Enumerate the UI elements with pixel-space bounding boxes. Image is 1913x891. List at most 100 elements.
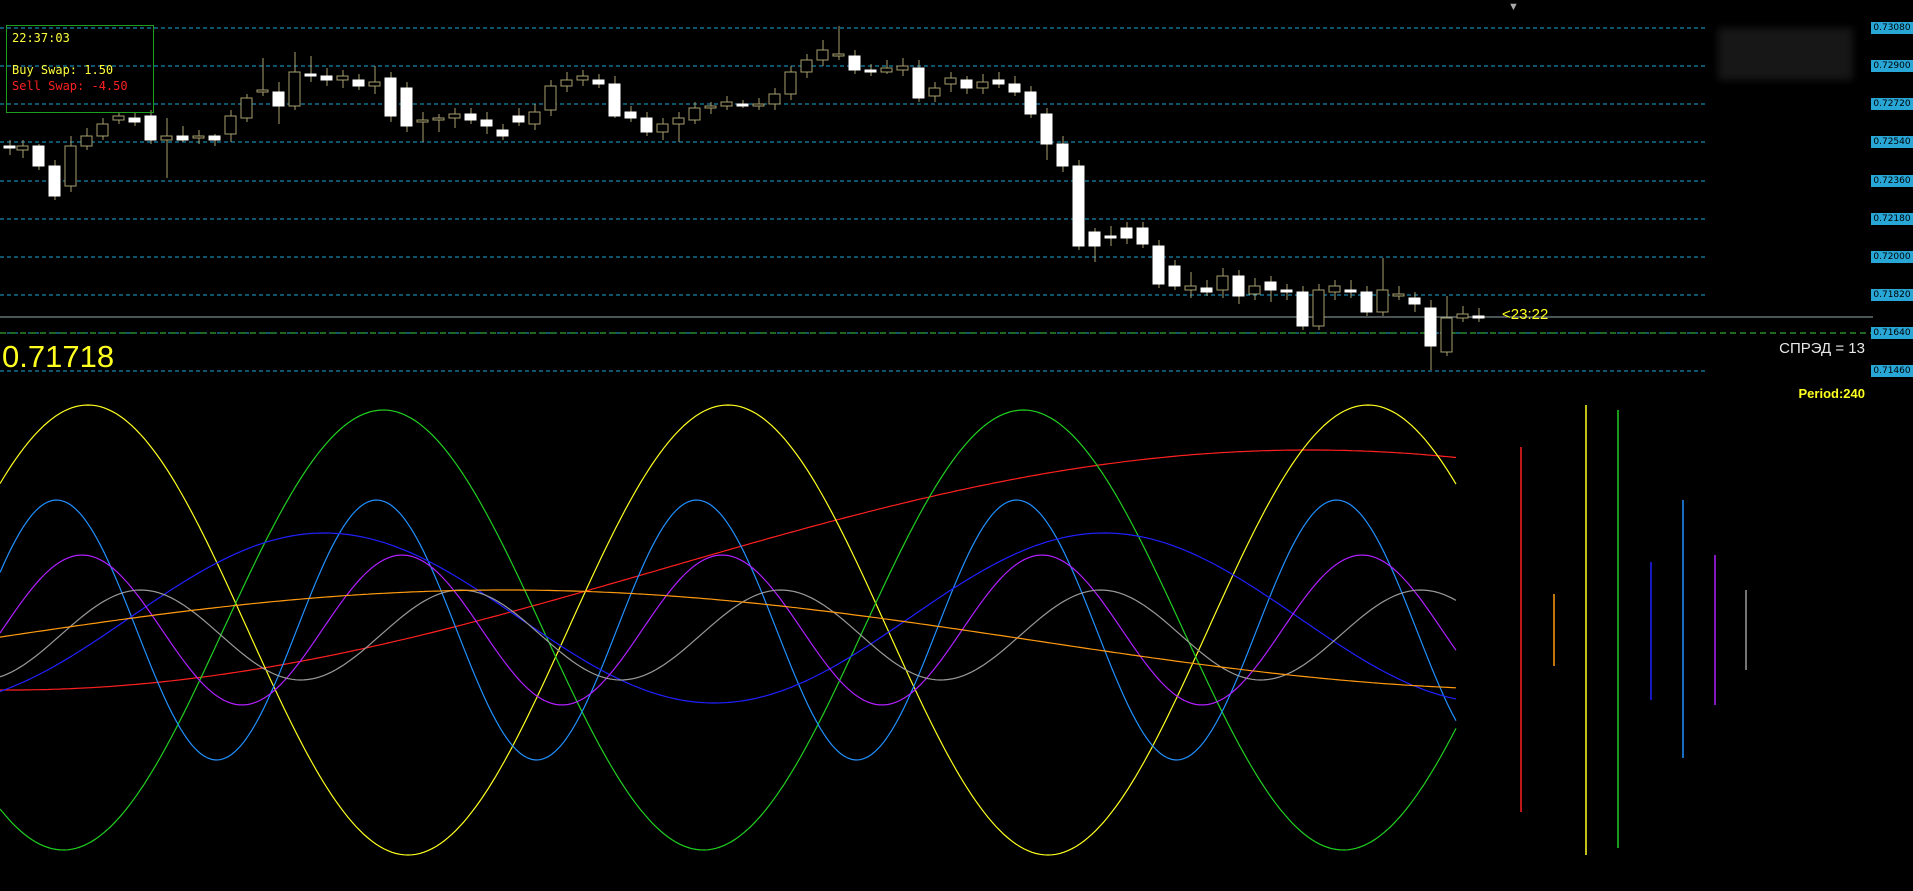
candle-body [224, 115, 237, 135]
candle-body [608, 83, 621, 117]
candle-body [496, 129, 509, 137]
candle-body [560, 79, 573, 87]
candle-body [784, 71, 797, 95]
candle-body [48, 165, 61, 197]
candle-body [816, 49, 829, 61]
candle-body [976, 81, 989, 89]
candle-body [1120, 227, 1133, 239]
candle-body [512, 115, 525, 123]
price-axis-tag: 0.72000 [1871, 251, 1913, 263]
price-axis-tag: 0.72180 [1871, 213, 1913, 225]
candle-body [896, 65, 909, 71]
candle-body [1472, 315, 1485, 319]
bar-timer: <23:22 [1502, 306, 1549, 323]
candle-body [384, 77, 397, 117]
candle-body [1008, 83, 1021, 93]
candle-body [32, 145, 45, 167]
candle-body [768, 93, 781, 105]
sell-swap-text: Sell Swap: -4.50 [12, 79, 128, 93]
candle-body [400, 87, 413, 127]
candle-body [1264, 281, 1277, 291]
candle-body [304, 73, 317, 77]
candle-body [1424, 307, 1437, 347]
candle-body [1440, 317, 1453, 353]
candle-body [1456, 313, 1469, 319]
candle-body [736, 103, 749, 107]
candle-body [112, 115, 125, 121]
candle-body [928, 87, 941, 97]
candle-body [1056, 143, 1069, 167]
candle-body [416, 119, 429, 123]
candle-body [1168, 265, 1181, 287]
candle-body [80, 135, 93, 147]
indicator-wave-gray [0, 589, 1457, 681]
candle-body [720, 101, 733, 107]
candle-body [528, 111, 541, 125]
candle-body [656, 123, 669, 133]
candle-body [1360, 291, 1373, 313]
indicator-wave-orange [0, 589, 1457, 689]
candle-body [192, 135, 205, 139]
price-axis-tag: 0.72720 [1871, 98, 1913, 110]
candle-body [288, 71, 301, 107]
candle-body [704, 105, 717, 109]
candle-body [1216, 275, 1229, 291]
candle-body [464, 113, 477, 121]
candle-body [1152, 245, 1165, 285]
candle-body [208, 135, 221, 141]
candle-body [16, 145, 29, 151]
candle-body [1104, 235, 1117, 239]
candle-body [272, 91, 285, 107]
candle-body [336, 75, 349, 81]
candle-body [992, 79, 1005, 85]
candle-body [832, 53, 845, 57]
candle-body [640, 117, 653, 133]
candle-body [688, 107, 701, 121]
candle-body [240, 97, 253, 119]
candle-body [592, 79, 605, 85]
candle-body [320, 75, 333, 81]
candle-body [64, 145, 77, 187]
candle-body [800, 59, 813, 73]
candle-body [1344, 289, 1357, 293]
price-axis-tag: 0.71820 [1871, 289, 1913, 301]
candle-body [576, 75, 589, 81]
candle-body [368, 81, 381, 87]
candle-body [448, 113, 461, 119]
candle-body [1088, 231, 1101, 247]
server-time: 22:37:03 [12, 31, 70, 45]
buy-swap-text: Buy Swap: 1.50 [12, 63, 114, 77]
chart-shift-arrow-icon[interactable]: ▼ [1508, 1, 1519, 13]
candle-body [1408, 297, 1421, 305]
candle-body [128, 117, 141, 123]
spread-text: СПРЭД = 13 [1779, 340, 1865, 357]
price-axis-tag: 0.71640 [1871, 327, 1913, 339]
info-panel: 22:37:03 Buy Swap: 1.50 Sell Swap: -4.50 [6, 25, 154, 113]
candle-body [544, 85, 557, 111]
candle-body [1200, 287, 1213, 293]
candle-body [1280, 289, 1293, 293]
candle-body [1392, 293, 1405, 297]
candle-body [1248, 285, 1261, 295]
candle-body [848, 55, 861, 71]
candle-body [1296, 291, 1309, 327]
price-axis-tag: 0.71460 [1871, 365, 1913, 377]
candle-body [1040, 113, 1053, 145]
candle-body [1024, 91, 1037, 115]
trading-chart[interactable] [0, 0, 1913, 891]
candle-body [352, 79, 365, 87]
candle-body [144, 115, 157, 141]
candle-body [624, 111, 637, 119]
price-axis-tag: 0.72900 [1871, 60, 1913, 72]
current-price: 0.71718 [2, 339, 115, 374]
blurred-info-block [1718, 28, 1853, 80]
candle-body [176, 135, 189, 141]
price-axis-tag: 0.73080 [1871, 22, 1913, 34]
candle-body [1232, 275, 1245, 297]
candle-body [944, 77, 957, 85]
period-text: Period:240 [1798, 386, 1865, 401]
candle-body [1072, 165, 1085, 247]
candle-body [1136, 227, 1149, 245]
indicator-wave-red [0, 449, 1457, 691]
price-axis-tag: 0.72540 [1871, 136, 1913, 148]
